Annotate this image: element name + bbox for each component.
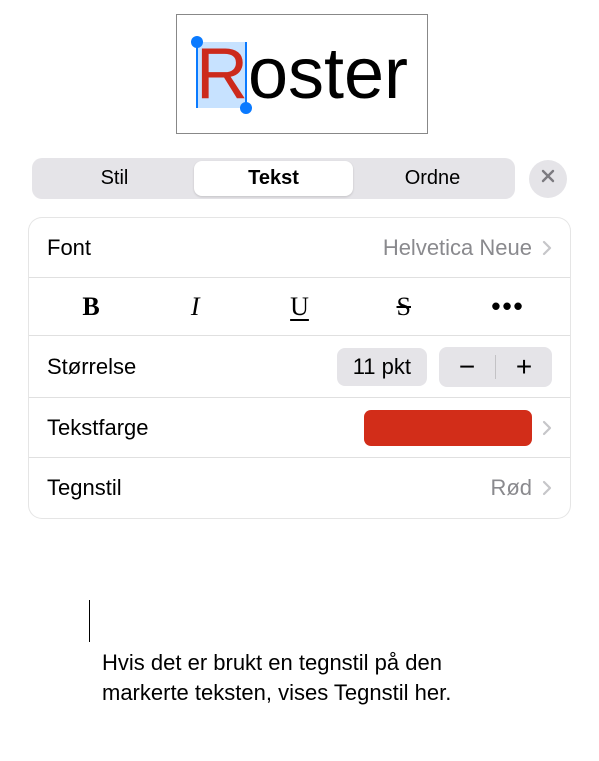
tab-text[interactable]: Tekst <box>194 161 353 196</box>
font-value: Helvetica Neue <box>383 235 532 261</box>
strikethrough-button[interactable]: S <box>360 288 448 326</box>
format-card: Font Helvetica Neue B I U S ••• Størrels… <box>28 217 571 519</box>
segmented-control: Stil Tekst Ordne <box>32 158 515 199</box>
text-style-row: B I U S ••• <box>29 278 570 336</box>
character-style-label: Tegnstil <box>47 475 490 501</box>
italic-button[interactable]: I <box>151 288 239 326</box>
chevron-right-icon <box>542 240 552 256</box>
size-decrease-button[interactable]: − <box>439 347 495 387</box>
selection-caret-left <box>196 42 198 108</box>
close-icon <box>540 168 556 189</box>
text-color-label: Tekstfarge <box>47 415 364 441</box>
size-row: Størrelse 11 pkt − + <box>29 336 570 398</box>
font-row[interactable]: Font Helvetica Neue <box>29 218 570 278</box>
chevron-right-icon <box>542 480 552 496</box>
size-stepper: − + <box>439 347 552 387</box>
size-value[interactable]: 11 pkt <box>337 348 427 386</box>
character-style-value: Rød <box>490 475 532 501</box>
close-button[interactable] <box>529 160 567 198</box>
size-increase-button[interactable]: + <box>496 347 552 387</box>
tab-style[interactable]: Stil <box>35 161 194 196</box>
font-label: Font <box>47 235 383 261</box>
text-color-row[interactable]: Tekstfarge <box>29 398 570 458</box>
callout-text: Hvis det er brukt en tegnstil på den mar… <box>102 648 462 707</box>
tabs-row: Stil Tekst Ordne <box>28 158 571 199</box>
format-panel: Stil Tekst Ordne Font Helvetica Neue B I… <box>28 158 571 519</box>
text-color-swatch[interactable] <box>364 410 532 446</box>
character-style-row[interactable]: Tegnstil Rød <box>29 458 570 518</box>
tab-arrange[interactable]: Ordne <box>353 161 512 196</box>
preview-word: Roster <box>196 38 408 110</box>
selection-handle-start[interactable] <box>191 36 203 48</box>
preview-textbox: Roster <box>176 14 428 134</box>
preview-letters-rest: oster <box>248 34 408 114</box>
more-options-button[interactable]: ••• <box>464 287 552 326</box>
size-label: Størrelse <box>47 354 325 380</box>
underline-button[interactable]: U <box>256 288 344 326</box>
chevron-right-icon <box>542 420 552 436</box>
callout-leader-line <box>89 600 90 642</box>
bold-button[interactable]: B <box>47 288 135 326</box>
selection-caret-right <box>245 42 247 108</box>
preview-letter-selected: R <box>196 34 248 114</box>
selection-handle-end[interactable] <box>240 102 252 114</box>
